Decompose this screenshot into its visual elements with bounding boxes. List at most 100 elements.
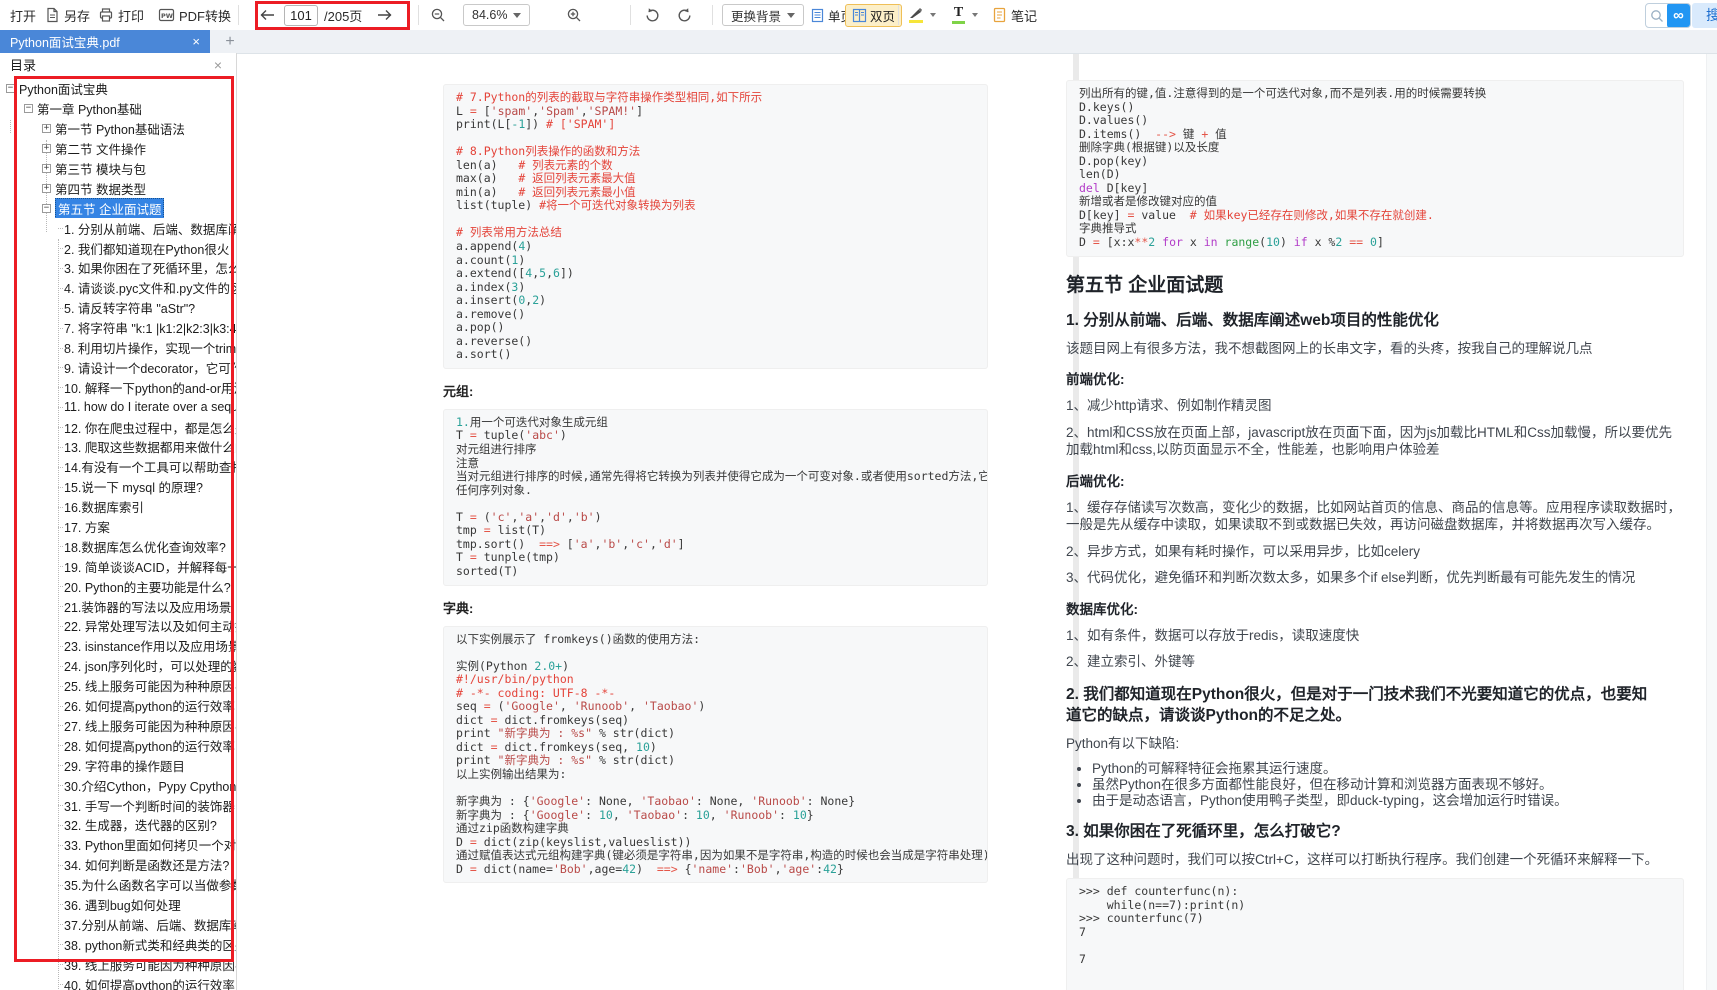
zoom-in-button[interactable]	[566, 0, 583, 30]
toc-item[interactable]: 27. 线上服务可能因为种种原因导致	[0, 716, 236, 736]
chevron-down-icon[interactable]	[930, 13, 936, 17]
toc-item[interactable]: 18.数据库怎么优化查询效率?	[0, 536, 236, 556]
highlighter-tool-button[interactable]	[908, 0, 936, 30]
toc-item[interactable]: 4. 请谈谈.pyc文件和.py文件的区别	[0, 278, 236, 298]
toc-item[interactable]: 3. 如果你困在了死循环里，怎么打破它?	[0, 258, 236, 278]
next-page-button[interactable]	[376, 0, 394, 30]
toc-item[interactable]: 34. 如何判断是函数还是方法?	[0, 855, 236, 875]
toc-item-label: 25. 线上服务可能因为种种原因导致	[64, 676, 236, 695]
toc-item[interactable]: 10. 解释一下python的and-or用法	[0, 377, 236, 397]
chevron-down-icon[interactable]	[972, 13, 978, 17]
document-view[interactable]: # 7.Python的列表的截取与字符串操作类型相同,如下所示L = ['spa…	[237, 53, 1717, 990]
partial-tab-label: 搜	[1706, 7, 1717, 23]
undo-button[interactable]	[643, 0, 661, 30]
toc-item[interactable]: 36. 遇到bug如何处理	[0, 895, 236, 915]
toc-item[interactable]: +第一节 Python基础语法	[0, 119, 236, 139]
tab-bar: Python面试宝典.pdf × +	[0, 30, 1717, 53]
toc-item-label: 39. 线上服务可能因为种种原因导致	[64, 955, 236, 974]
toc-item[interactable]: 25. 线上服务可能因为种种原因导致	[0, 676, 236, 696]
toc-item-label: 33. Python里面如何拷贝一个对象	[64, 835, 236, 854]
toc-item[interactable]: 40. 如何提高python的运行效率	[0, 974, 236, 990]
expand-icon[interactable]: +	[42, 164, 51, 173]
text-color-tool-button[interactable]: T	[952, 0, 978, 30]
new-tab-button[interactable]: +	[218, 30, 242, 53]
toc-item[interactable]: 13. 爬取这些数据都用来做什么的	[0, 437, 236, 457]
toc-item[interactable]: 30.介绍Cython，Pypy Cpython	[0, 775, 236, 795]
toc-item[interactable]: 29. 字符串的操作题目	[0, 755, 236, 775]
toc-item[interactable]: −第一章 Python基础	[0, 99, 236, 119]
toc-item[interactable]: 35.为什么函数名字可以当做参数	[0, 875, 236, 895]
toc-item[interactable]: +第四节 数据类型	[0, 178, 236, 198]
toc-item[interactable]: 38. python新式类和经典类的区别	[0, 934, 236, 954]
zoom-level-select[interactable]: 84.6%	[463, 0, 530, 30]
expand-icon[interactable]: +	[42, 124, 51, 133]
toc-item-label: 16.数据库索引	[64, 497, 144, 516]
partial-corner-tab[interactable]: 搜	[1692, 3, 1717, 28]
toc-item[interactable]: 28. 如何提高python的运行效率	[0, 735, 236, 755]
code-line: 1.用一个可迭代对象生成元组	[456, 416, 975, 430]
toc-item[interactable]: +第三节 模块与包	[0, 159, 236, 179]
toc-item[interactable]: 9. 请设计一个decorator，它可作用	[0, 357, 236, 377]
toc-item[interactable]: −Python面试宝典	[0, 79, 236, 99]
document-tab[interactable]: Python面试宝典.pdf ×	[0, 30, 210, 53]
change-background-button[interactable]: 更换背景	[722, 0, 804, 30]
toc-item[interactable]: 31. 手写一个判断时间的装饰器	[0, 795, 236, 815]
expand-icon[interactable]: +	[42, 144, 51, 153]
sidebar-close-icon[interactable]: ×	[214, 57, 222, 73]
toc-item[interactable]: 15.说一下 mysql 的原理?	[0, 477, 236, 497]
note-button[interactable]: 笔记	[992, 0, 1037, 30]
redo-button[interactable]	[676, 0, 694, 30]
double-page-button[interactable]: 双页	[845, 0, 902, 30]
toc-item[interactable]: 21.装饰器的写法以及应用场景	[0, 596, 236, 616]
pdf-convert-icon: PW	[158, 7, 175, 23]
search-box[interactable]: ∞	[1645, 3, 1691, 28]
expand-icon[interactable]: +	[42, 184, 51, 193]
toc-item[interactable]: 37.分别从前端、后端、数据库阐述	[0, 914, 236, 934]
toc-item[interactable]: 16.数据库索引	[0, 497, 236, 517]
infinity-icon: ∞	[1673, 7, 1684, 24]
toc-item[interactable]: 17. 方案	[0, 517, 236, 537]
collapse-icon[interactable]: −	[42, 204, 51, 213]
toc-item-label: 14.有没有一个工具可以帮助查找	[64, 457, 236, 476]
toc-item[interactable]: 8. 利用切片操作，实现一个trim()	[0, 338, 236, 358]
toc-item[interactable]: 5. 请反转字符串 "aStr"?	[0, 298, 236, 318]
toc-item-label: 26. 如何提高python的运行效率	[64, 696, 235, 715]
pdf-convert-button[interactable]: PW PDF转换	[158, 0, 231, 30]
save-as-button[interactable]: 另存	[44, 0, 90, 30]
collapse-icon[interactable]: −	[6, 84, 15, 93]
toc-item[interactable]: 2. 我们都知道现在Python很火，但是对于	[0, 238, 236, 258]
page-number-field[interactable]	[284, 0, 318, 30]
toc-item[interactable]: −第五节 企业面试题	[0, 198, 236, 218]
print-button[interactable]: 打印	[98, 0, 144, 30]
toc-item-label: 12. 你在爬虫过程中，都是怎么处理	[64, 418, 236, 437]
toc-item[interactable]: 33. Python里面如何拷贝一个对象	[0, 835, 236, 855]
toc-item[interactable]: 19. 简单谈谈ACID，并解释每一个	[0, 556, 236, 576]
doc-paragraph: 3、代码优化，避免循环和判断次数太多，如果多个if else判断，优先判断最有可…	[1066, 569, 1684, 587]
toc-item[interactable]: 14.有没有一个工具可以帮助查找	[0, 457, 236, 477]
code-line	[456, 132, 975, 146]
doc-paragraph: 2、异步方式，如果有耗时操作，可以采用异步，比如celery	[1066, 543, 1684, 561]
toc-item[interactable]: 7. 将字符串 "k:1 |k1:2|k2:3|k3:4"	[0, 318, 236, 338]
toc-item[interactable]: 39. 线上服务可能因为种种原因导致	[0, 954, 236, 974]
tab-close-icon[interactable]: ×	[192, 34, 200, 49]
infinity-logo-button[interactable]: ∞	[1667, 3, 1690, 28]
toc-item[interactable]: 32. 生成器，迭代器的区别?	[0, 815, 236, 835]
toc-item-label: 2. 我们都知道现在Python很火，但是对于	[64, 239, 236, 258]
note-button-label: 笔记	[1011, 6, 1037, 25]
toc-item[interactable]: 20. Python的主要功能是什么?	[0, 576, 236, 596]
page-number-input[interactable]	[284, 5, 318, 26]
toc-item[interactable]: 1. 分别从前端、后端、数据库阐述web项目	[0, 218, 236, 238]
open-button[interactable]: 打开	[10, 0, 36, 30]
zoom-out-button[interactable]	[430, 0, 447, 30]
previous-page-button[interactable]	[258, 0, 276, 30]
toc-item[interactable]: 22. 异常处理写法以及如何主动抛	[0, 616, 236, 636]
vertical-scrollbar[interactable]	[1706, 54, 1717, 990]
toc-item[interactable]: 24. json序列化时，可以处理的数据	[0, 656, 236, 676]
collapse-icon[interactable]: −	[24, 104, 33, 113]
toc-item[interactable]: 12. 你在爬虫过程中，都是怎么处理	[0, 417, 236, 437]
toc-item[interactable]: 11. how do I iterate over a sequence	[0, 397, 236, 417]
toc-item[interactable]: 26. 如何提高python的运行效率	[0, 696, 236, 716]
toc-item[interactable]: 23. isinstance作用以及应用场景	[0, 636, 236, 656]
toc-item-label: 36. 遇到bug如何处理	[64, 895, 181, 914]
toc-item[interactable]: +第二节 文件操作	[0, 139, 236, 159]
